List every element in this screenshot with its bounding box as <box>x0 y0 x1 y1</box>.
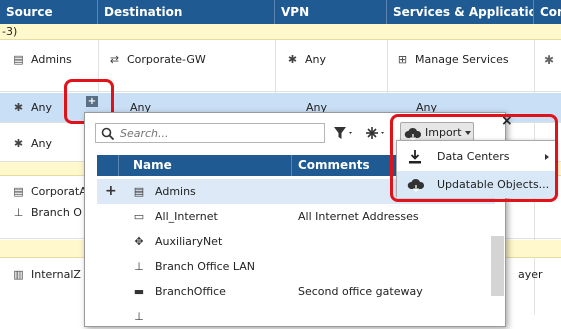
any-object-button[interactable] <box>365 125 387 143</box>
col-services[interactable]: Services & Applications <box>387 0 534 24</box>
any-icon: ✱ <box>13 101 24 114</box>
picker-row[interactable]: ⊥ <box>97 304 495 328</box>
source-cell[interactable]: ▤ Admins <box>12 53 72 66</box>
network-cross-icon: ✥ <box>134 235 144 248</box>
vpn-cell[interactable]: ✱ Any <box>286 53 326 66</box>
zone-icon: ▥ <box>13 268 24 281</box>
source-cell[interactable]: ✱ Any <box>12 137 52 150</box>
col-destination[interactable]: Destination <box>98 0 275 24</box>
col-vpn[interactable]: VPN <box>275 0 387 24</box>
asterisk-icon <box>366 127 384 139</box>
gateway-icon: ⇄ <box>109 53 120 66</box>
search-input[interactable] <box>118 125 318 141</box>
section-band: -3) <box>0 24 561 40</box>
source-cell[interactable]: ⊥ Branch O <box>12 206 82 219</box>
gateway-icon: ▬ <box>133 285 145 298</box>
network-group-icon: ▤ <box>13 185 24 198</box>
user-group-icon: ▤ <box>13 53 24 66</box>
content-cell: ayer <box>518 268 543 281</box>
picker-scrollbar[interactable] <box>491 236 504 296</box>
col-source[interactable]: Source <box>0 0 98 24</box>
col-content[interactable]: Content <box>534 0 561 24</box>
header-divider <box>291 155 292 176</box>
picker-row[interactable]: ▬ BranchOffice Second office gateway <box>97 279 495 304</box>
filter-icon <box>334 127 352 139</box>
add-plus-icon[interactable]: + <box>105 179 117 204</box>
col-name[interactable]: Name <box>133 158 172 172</box>
header-spacer <box>101 155 119 176</box>
any-icon: ✱ <box>13 137 24 150</box>
col-comments[interactable]: Comments <box>298 158 370 172</box>
picker-row[interactable]: ⊥ Branch Office LAN <box>97 254 495 279</box>
any-icon: ✱ <box>287 53 298 66</box>
picker-row[interactable]: ✥ AuxiliaryNet <box>97 229 495 254</box>
source-cell[interactable]: ▤ CorporatA <box>12 185 86 198</box>
source-cell[interactable]: ✱ Any <box>12 101 52 114</box>
services-icon: ⊞ <box>397 53 408 66</box>
network-icon: ⊥ <box>134 310 144 323</box>
user-group-icon: ▤ <box>133 185 145 198</box>
section-label: -3) <box>2 25 18 38</box>
filter-button[interactable] <box>333 125 355 143</box>
destination-cell[interactable]: ⇄ Corporate-GW <box>108 53 206 66</box>
network-icon: ⊥ <box>134 260 144 273</box>
services-cell[interactable]: ⊞ Manage Services <box>396 53 509 66</box>
address-range-icon: ▭ <box>133 210 145 223</box>
rulebase-header: Source Destination VPN Services & Applic… <box>0 0 561 24</box>
network-icon: ⊥ <box>13 206 24 219</box>
source-cell[interactable]: ▥ InternalZ <box>12 268 81 281</box>
any-icon: ✱ <box>544 53 555 67</box>
picker-row[interactable]: ▭ All_Internet All Internet Addresses <box>97 204 495 229</box>
search-icon <box>101 127 115 141</box>
highlight-import-menu <box>390 114 558 202</box>
search-field[interactable] <box>95 123 325 143</box>
